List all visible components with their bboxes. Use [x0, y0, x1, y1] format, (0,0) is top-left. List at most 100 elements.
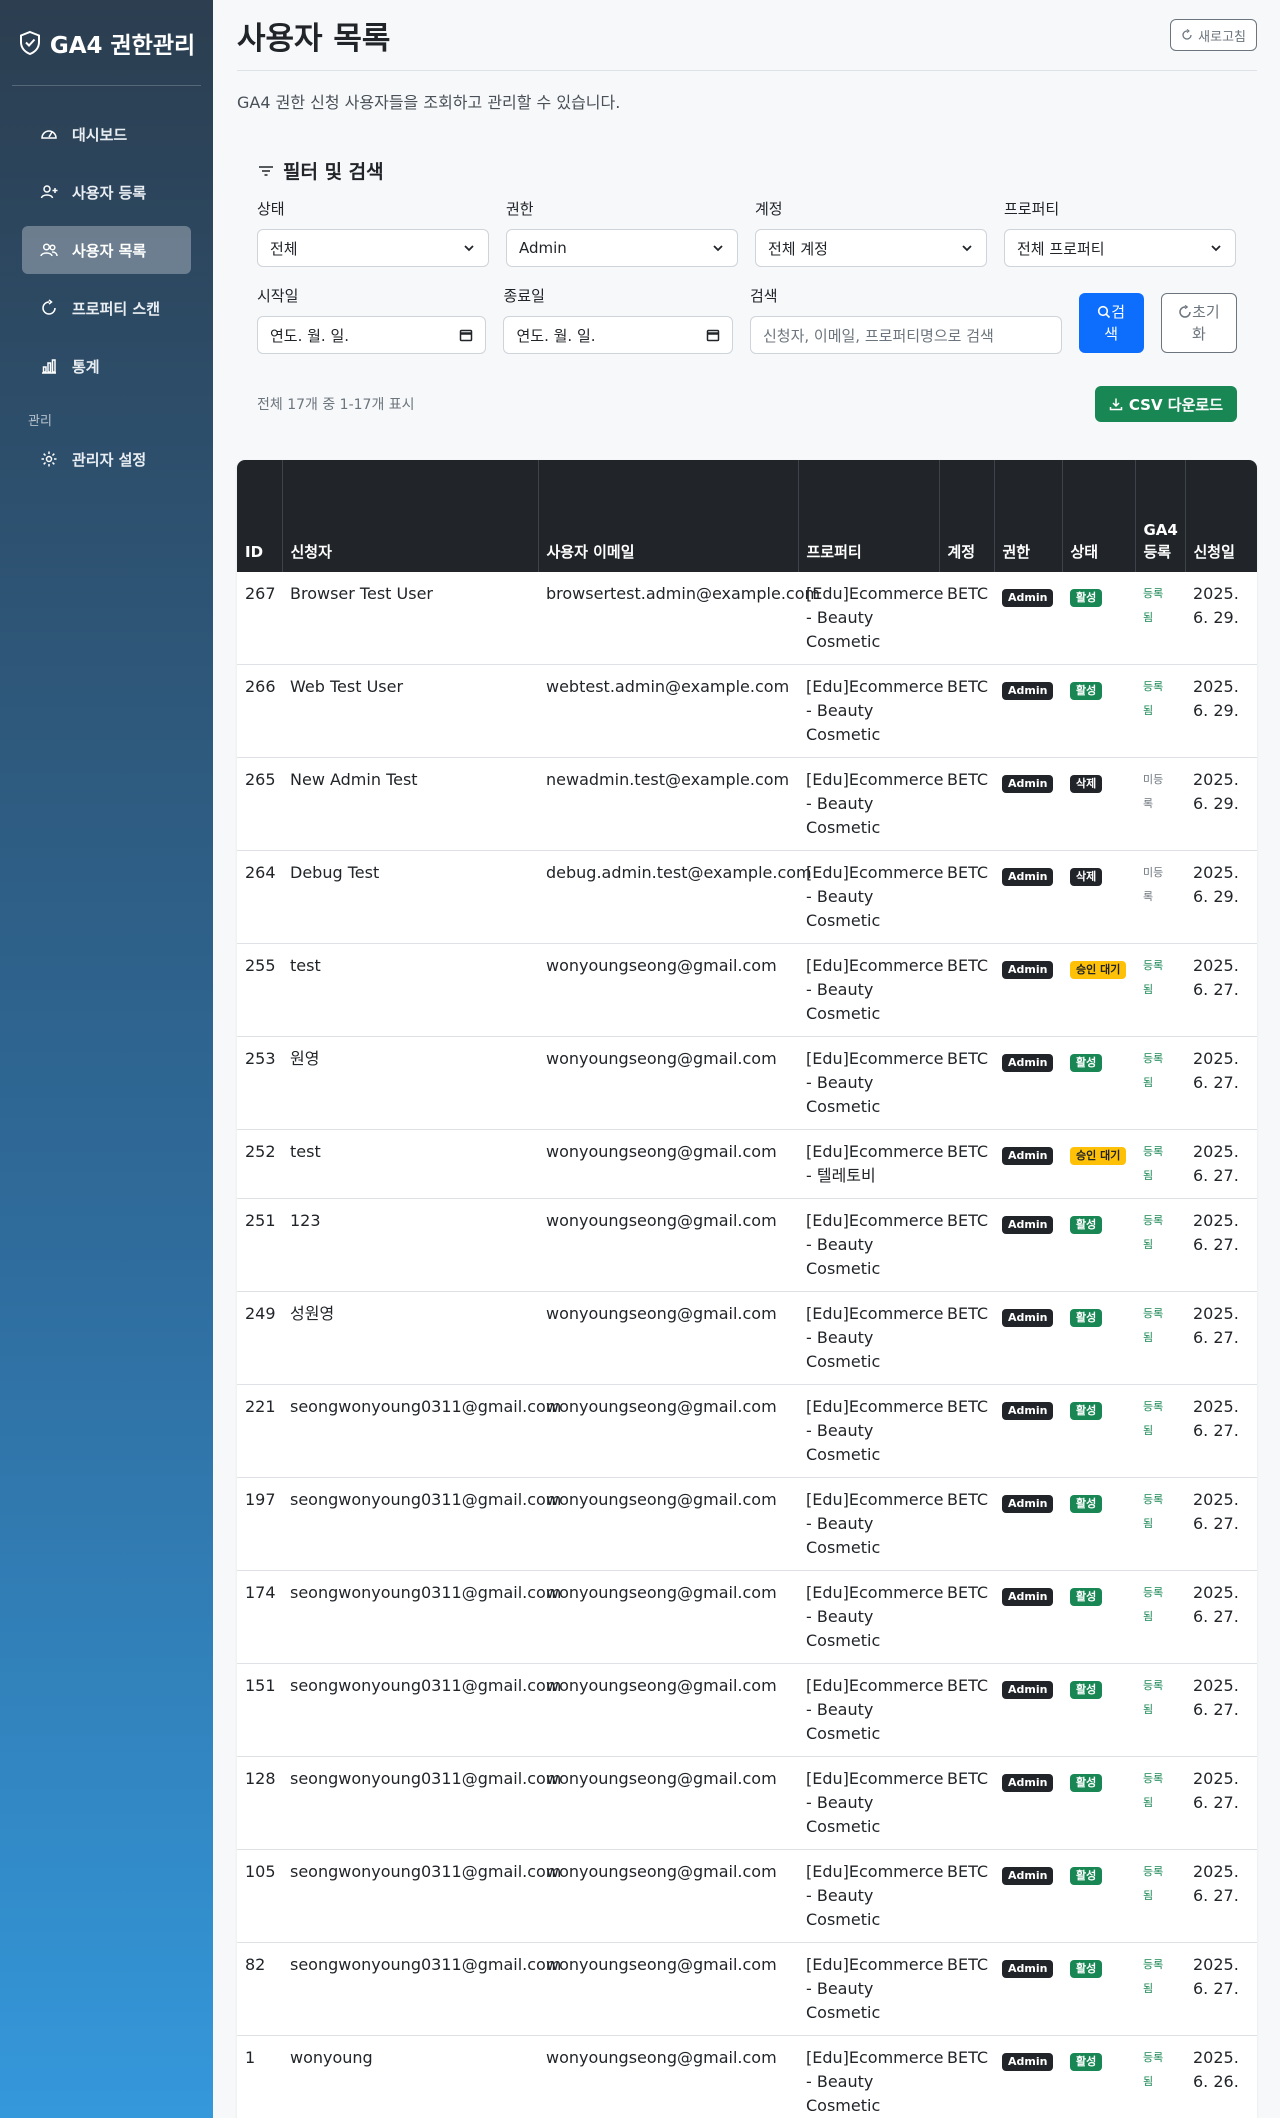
csv-download-label: CSV 다운로드 [1128, 395, 1223, 414]
table-row[interactable]: 151 seongwonyoung0311@gmail.com wonyoungse… [237, 1663, 1257, 1757]
table-row[interactable]: 252 test wonyoungseong@gmail.com [Edu]Ecomm… [237, 1129, 1257, 1199]
cell-status: 활성 [1062, 1384, 1135, 1478]
sidebar-item-property-scan[interactable]: 프로퍼티 스캔 [22, 284, 191, 332]
cell-email: wonyoungseong@gmail.com [538, 943, 798, 1037]
cell-ga4: 등록 됨 [1135, 943, 1185, 1037]
property-line: - Beauty [806, 1886, 874, 1905]
end-date-label: 종료일 [503, 287, 545, 305]
cell-account: BETC [939, 1036, 994, 1130]
property-line: - Beauty [806, 1328, 874, 1347]
cell-id: 253 [237, 1036, 282, 1130]
reset-button-line-1: 초기 [1178, 301, 1220, 323]
col-header-ga4[interactable]: GA4 등록 [1135, 460, 1186, 572]
search-input[interactable]: 신청자, 이메일, 프로퍼티명으로 검색 [749, 316, 1062, 354]
status-filter-label: 상태 [257, 200, 285, 218]
ga4-status: 등록 됨 [1143, 1302, 1169, 1350]
table-row[interactable]: 82 seongwonyoung0311@gmail.com wonyoungseo… [237, 1942, 1257, 2036]
end-date-input[interactable]: 연도. 월. 일. [503, 316, 733, 354]
table-row[interactable]: 105 seongwonyoung0311@gmail.com wonyoungse… [237, 1849, 1257, 1943]
col-header-property[interactable]: 프로퍼티 [798, 460, 940, 572]
property-line: Cosmetic [806, 725, 881, 744]
cell-email: webtest.admin@example.com [538, 664, 798, 758]
ga4-status-line1: 등록 [1143, 1958, 1164, 1971]
calendar-icon[interactable] [706, 328, 720, 342]
table-row[interactable]: 249 성원영 wonyoungseong@gmail.com [Edu]Ecomme… [237, 1291, 1257, 1385]
property-select[interactable]: 전체 프로퍼티 [1004, 229, 1236, 267]
cell-date: 2025. 6. 29. [1185, 664, 1257, 758]
property-filter-group: 프로퍼티 전체 프로퍼티 [1004, 198, 1236, 267]
reset-button[interactable]: 초기 화 [1160, 293, 1238, 353]
calendar-icon[interactable] [459, 328, 473, 342]
col-header-date[interactable]: 신청일 [1185, 460, 1257, 572]
cell-status: 활성 [1062, 1942, 1135, 2036]
search-button[interactable]: 검 색 [1078, 293, 1144, 353]
table-row[interactable]: 1 wonyoung wonyoungseong@gmail.com [Edu]Eco… [237, 2035, 1257, 2118]
sidebar-item-label: 사용자 목록 [72, 241, 147, 260]
table-row[interactable]: 267 Browser Test User browsertest.admin@ex… [237, 572, 1257, 665]
ga4-status-line1: 등록 [1143, 2051, 1164, 2064]
permission-badge: Admin [1002, 2053, 1054, 2071]
col-header-id[interactable]: ID [237, 460, 283, 572]
table-row[interactable]: 128 seongwonyoung0311@gmail.com wonyoungse… [237, 1756, 1257, 1850]
table-row[interactable]: 253 원영 wonyoungseong@gmail.com [Edu]Ecommer… [237, 1036, 1257, 1130]
date-line1: 2025. [1193, 1397, 1239, 1416]
cell-email: wonyoungseong@gmail.com [538, 1198, 798, 1292]
sidebar-item-user-register[interactable]: 사용자 등록 [22, 168, 191, 216]
col-header-account[interactable]: 계정 [939, 460, 995, 572]
cell-date: 2025. 6. 29. [1185, 757, 1257, 851]
cell-date: 2025. 6. 27. [1185, 1036, 1257, 1130]
date-line1: 2025. [1193, 584, 1239, 603]
property-line: - 텔레토비 [806, 1166, 876, 1185]
filter-section: 필터 및 검색 상태 전체 권한 Admin 계정 전체 계정 프로퍼티 전체 … [237, 157, 1257, 422]
ga4-status-line1: 등록 [1143, 1307, 1164, 1320]
cell-id: 221 [237, 1384, 282, 1478]
table-header: ID 신청자 사용자 이메일 프로퍼티 계정 권한 상태 GA4 등록 신청일 [237, 460, 1257, 572]
table-row[interactable]: 255 test wonyoungseong@gmail.com [Edu]Ecomm… [237, 943, 1257, 1037]
csv-download-button[interactable]: CSV 다운로드 [1094, 386, 1237, 422]
property-line: Cosmetic [806, 1631, 881, 1650]
status-select[interactable]: 전체 [257, 229, 489, 267]
cell-account: BETC [939, 1663, 994, 1757]
status-badge: 활성 [1070, 1774, 1103, 1792]
refresh-button[interactable]: 새로고침 [1170, 19, 1257, 51]
col-header-permission[interactable]: 권한 [994, 460, 1063, 572]
sidebar-item-admin-settings[interactable]: 관리자 설정 [22, 435, 191, 483]
sidebar-item-stats[interactable]: 통계 [22, 342, 191, 390]
date-line1: 2025. [1193, 1049, 1239, 1068]
date-line1: 2025. [1193, 956, 1239, 975]
cell-property: [Edu]Ecommerce - Beauty Cosmetic [798, 1663, 943, 1757]
table-row[interactable]: 221 seongwonyoung0311@gmail.com wonyoungse… [237, 1384, 1257, 1478]
cell-ga4: 등록 됨 [1135, 1570, 1185, 1664]
status-badge: 활성 [1070, 2053, 1103, 2071]
sidebar-item-user-list[interactable]: 사용자 목록 [22, 226, 191, 274]
start-date-input[interactable]: 연도. 월. 일. [257, 316, 487, 354]
permission-badge: Admin [1002, 1867, 1054, 1885]
table-row[interactable]: 266 Web Test User webtest.admin@example.co… [237, 664, 1257, 758]
sidebar-item-dashboard[interactable]: 대시보드 [22, 110, 191, 158]
status-filter-group: 상태 전체 [257, 198, 489, 267]
permission-select[interactable]: Admin [506, 229, 738, 267]
table-row[interactable]: 251 123 wonyoungseong@gmail.com [Edu]Ecomme… [237, 1198, 1257, 1292]
ga4-status-line2: 됨 [1143, 983, 1154, 996]
date-line2: 6. 27. [1193, 1514, 1239, 1533]
table-row[interactable]: 174 seongwonyoung0311@gmail.com wonyoungse… [237, 1570, 1257, 1664]
col-header-email[interactable]: 사용자 이메일 [538, 460, 799, 572]
col-header-applicant[interactable]: 신청자 [282, 460, 539, 572]
cell-applicant: seongwonyoung0311@gmail.com [282, 1663, 561, 1757]
filter-icon [259, 165, 273, 176]
table-row[interactable]: 197 seongwonyoung0311@gmail.com wonyoungse… [237, 1477, 1257, 1571]
shield-check-icon [19, 30, 40, 55]
table-row[interactable]: 265 New Admin Test newadmin.test@example.c… [237, 757, 1257, 851]
col-header-status[interactable]: 상태 [1062, 460, 1136, 572]
account-select[interactable]: 전체 계정 [755, 229, 987, 267]
brand[interactable]: GA4 권한관리 [12, 0, 201, 86]
search-label: 검색 [749, 287, 778, 305]
table-row[interactable]: 264 Debug Test debug.admin.test@example.co… [237, 850, 1257, 944]
property-line: Cosmetic [806, 1724, 881, 1743]
ga4-status-line1: 등록 [1143, 1493, 1164, 1506]
refresh-icon [1182, 29, 1192, 40]
date-line1: 2025. [1193, 1304, 1239, 1323]
cell-applicant: 성원영 [282, 1291, 538, 1385]
cell-account: BETC [939, 1129, 994, 1199]
reset-button-label-1: 초기 [1192, 303, 1220, 321]
